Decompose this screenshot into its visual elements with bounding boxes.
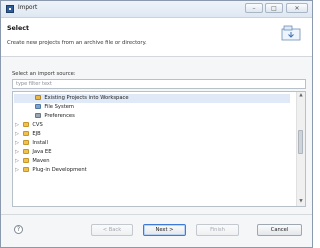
- expand-arrow-icon[interactable]: ▷: [14, 139, 20, 148]
- tree-item-label: Install: [32, 140, 48, 146]
- cancel-button[interactable]: Cancel: [257, 224, 302, 236]
- folder-icon: [22, 122, 29, 127]
- wizard-header: Select Create new projects from an archi…: [1, 18, 312, 57]
- tree-item-cvs[interactable]: ▷ CVS: [14, 121, 43, 130]
- tree-item-plugin-development[interactable]: ▷ Plug-in Development: [14, 166, 87, 175]
- tree-item-label: Plug-in Development: [32, 167, 87, 173]
- vertical-scrollbar[interactable]: ▲ ▼: [296, 92, 305, 206]
- folder-icon: [22, 167, 29, 172]
- next-button[interactable]: Next >: [143, 224, 186, 236]
- tree-item-ejb[interactable]: ▷ EJB: [14, 130, 41, 139]
- tree-item-java-ee[interactable]: ▷ Java EE: [14, 148, 51, 157]
- tree-item-maven[interactable]: ▷ Maven: [14, 157, 50, 166]
- page-description: Create new projects from an archive file…: [7, 40, 147, 46]
- page-title: Select: [7, 25, 29, 32]
- filter-input[interactable]: type filter text: [12, 79, 306, 89]
- import-wizard-banner-icon: [281, 25, 301, 41]
- tree-item-label: Preferences: [44, 113, 75, 119]
- back-button[interactable]: < Back: [91, 224, 133, 236]
- finish-button[interactable]: Finish: [196, 224, 239, 236]
- tree-item-label: Java EE: [32, 149, 52, 155]
- title-bar: Import – □ ✕: [1, 1, 312, 18]
- close-button[interactable]: ✕: [286, 3, 308, 13]
- maximize-button[interactable]: □: [265, 3, 283, 13]
- folder-icon: [22, 131, 29, 136]
- scroll-down-icon[interactable]: ▼: [297, 198, 305, 206]
- folder-icon: [22, 149, 29, 154]
- expand-arrow-icon[interactable]: ▷: [14, 121, 20, 130]
- maximize-icon: □: [271, 4, 277, 12]
- expand-arrow-icon[interactable]: ▷: [14, 130, 20, 139]
- footer-divider: [1, 214, 312, 215]
- folder-icon: [22, 158, 29, 163]
- app-icon: [6, 5, 14, 13]
- tree-item-label: Existing Projects into Workspace: [44, 95, 129, 101]
- close-icon: ✕: [294, 4, 300, 12]
- tree-item-label: File System: [44, 104, 74, 110]
- import-dialog: Import – □ ✕ Select Create new projects …: [0, 0, 313, 248]
- minimize-button[interactable]: –: [245, 3, 263, 13]
- expand-arrow-icon[interactable]: ▷: [14, 148, 20, 157]
- window-title: Import: [18, 5, 38, 11]
- tree-item-existing-projects[interactable]: Existing Projects into Workspace: [14, 94, 290, 103]
- help-icon[interactable]: ?: [14, 225, 23, 234]
- preferences-icon: [34, 113, 41, 118]
- expand-arrow-icon[interactable]: ▷: [14, 157, 20, 166]
- tree-item-label: EJB: [32, 131, 41, 137]
- scrollbar-thumb[interactable]: [298, 130, 303, 154]
- tree-item-file-system[interactable]: File System: [14, 103, 74, 112]
- import-source-tree[interactable]: Existing Projects into Workspace File Sy…: [12, 91, 306, 207]
- tree-item-preferences[interactable]: Preferences: [14, 112, 75, 121]
- scroll-up-icon[interactable]: ▲: [297, 92, 305, 100]
- file-system-icon: [34, 104, 41, 109]
- tree-item-label: CVS: [32, 122, 43, 128]
- expand-arrow-icon[interactable]: ▷: [14, 166, 20, 175]
- folder-icon: [22, 140, 29, 145]
- minimize-icon: –: [252, 4, 256, 12]
- tree-item-label: Maven: [32, 158, 50, 164]
- tree-item-install[interactable]: ▷ Install: [14, 139, 48, 148]
- import-source-label: Select an import source:: [12, 71, 76, 77]
- project-icon: [34, 95, 41, 100]
